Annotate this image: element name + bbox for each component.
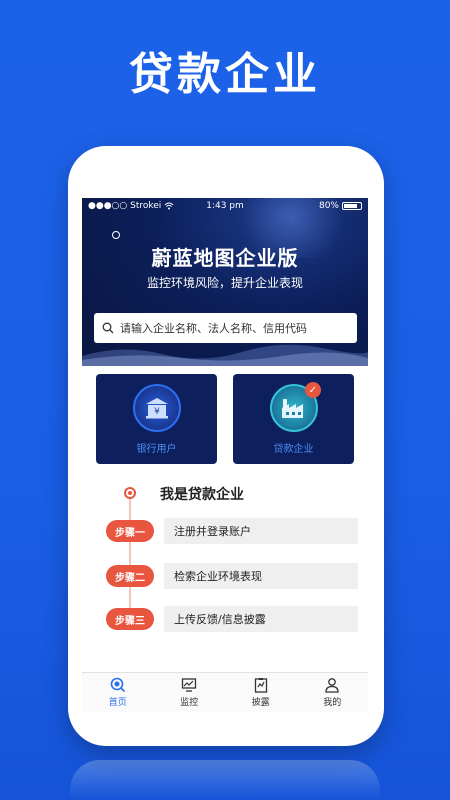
wifi-icon [164, 202, 174, 210]
tab-disclosure-label: 披露 [251, 698, 270, 708]
tab-mine[interactable]: 我的 [297, 673, 369, 712]
bottom-tab-bar: 首页 监控 披露 我的 [82, 672, 368, 712]
status-bar: ●●●○○ Strokei 1:43 pm 80% [82, 198, 368, 214]
app-screen: ●●●○○ Strokei 1:43 pm 80% 蔚蓝地图企业版 监控环境风险… [82, 198, 368, 712]
step-1-pill: 步骤一 [106, 520, 154, 542]
selected-check-icon: ✓ [305, 382, 321, 398]
phone-reflection [70, 760, 380, 800]
user-icon [325, 678, 339, 693]
step-1[interactable]: 步骤一 注册并登录账户 [106, 518, 358, 544]
decorative-ring [112, 231, 120, 239]
app-subtitle: 监控环境风险，提升企业表现 [146, 276, 303, 290]
step-2-text: 检索企业环境表现 [164, 563, 358, 589]
timeline-line [129, 498, 131, 612]
svg-text:¥: ¥ [154, 407, 160, 417]
tab-monitor-label: 监控 [180, 698, 199, 708]
card-loan-enterprise[interactable]: ✓ 贷款企业 [233, 374, 354, 464]
card-bank-user-label: 银行用户 [136, 444, 177, 455]
app-title: 蔚蓝地图企业版 [151, 246, 299, 270]
tab-disclosure[interactable]: 披露 [225, 673, 297, 712]
card-loan-enterprise-label: 贷款企业 [273, 444, 314, 455]
tab-home[interactable]: 首页 [82, 673, 154, 712]
carrier-label: ●●●○○ Strokei [88, 201, 162, 211]
tab-monitor[interactable]: 监控 [154, 673, 226, 712]
steps-title: 我是贷款企业 [160, 487, 244, 503]
step-3-pill: 步骤三 [106, 608, 154, 630]
battery-percent: 80% [318, 201, 339, 211]
timeline-start-dot [124, 487, 136, 499]
promo-headline: 贷款企业 [129, 49, 321, 100]
hero-banner: ●●●○○ Strokei 1:43 pm 80% 蔚蓝地图企业版 监控环境风险… [82, 198, 368, 366]
bank-icon: ¥ [132, 384, 181, 432]
step-2-pill: 步骤二 [106, 565, 154, 587]
search-input[interactable]: 请输入企业名称、法人名称、信用代码 [94, 313, 357, 343]
tab-home-label: 首页 [108, 698, 127, 708]
step-2[interactable]: 步骤二 检索企业环境表现 [106, 563, 358, 589]
step-1-text: 注册并登录账户 [164, 518, 358, 544]
search-placeholder: 请输入企业名称、法人名称、信用代码 [120, 322, 307, 335]
battery-icon [342, 202, 362, 210]
search-icon [102, 322, 114, 334]
tab-mine-label: 我的 [323, 698, 342, 708]
user-type-cards: ¥ 银行用户 ✓ 贷款企业 [96, 374, 354, 464]
clipboard-icon [254, 678, 267, 693]
step-3-text: 上传反馈/信息披露 [164, 606, 358, 632]
step-3[interactable]: 步骤三 上传反馈/信息披露 [106, 606, 358, 632]
card-bank-user[interactable]: ¥ 银行用户 [96, 374, 217, 464]
monitor-icon [182, 678, 197, 692]
status-time: 1:43 pm [206, 201, 244, 211]
home-search-icon [110, 677, 125, 693]
